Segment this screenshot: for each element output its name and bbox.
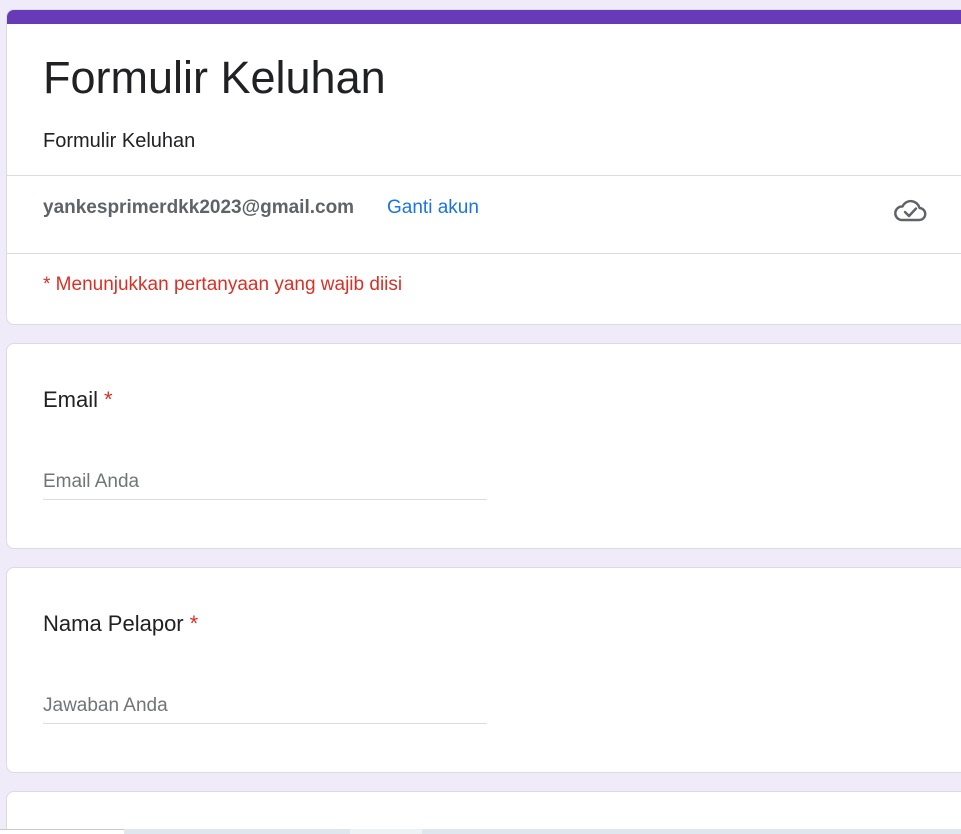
cloud-check-icon[interactable] xyxy=(892,196,928,226)
question-title: Nama Pelapor * xyxy=(43,610,198,638)
reporter-name-input[interactable] xyxy=(43,688,487,724)
divider xyxy=(7,175,961,176)
form-page: Formulir Keluhan Formulir Keluhan yankes… xyxy=(0,0,961,834)
question-card-next xyxy=(6,791,961,834)
question-card-email: Email * xyxy=(6,343,961,549)
required-asterisk: * xyxy=(104,387,113,412)
form-description: Formulir Keluhan xyxy=(43,130,196,152)
required-asterisk: * xyxy=(189,611,199,636)
question-title: Email * xyxy=(43,386,113,414)
email-input[interactable] xyxy=(43,464,487,500)
form-title: Formulir Keluhan xyxy=(43,52,386,103)
account-email: yankesprimerdkk2023@gmail.com xyxy=(43,197,355,218)
question-card-reporter-name: Nama Pelapor * xyxy=(6,567,961,773)
switch-account-link[interactable]: Ganti akun xyxy=(387,196,479,220)
required-note: * Menunjukkan pertanyaan yang wajib diis… xyxy=(43,274,403,295)
divider xyxy=(7,253,961,254)
question-label: Email xyxy=(43,387,99,412)
bottom-strip xyxy=(0,829,961,834)
form-accent-bar xyxy=(7,10,961,24)
form-header-card: Formulir Keluhan Formulir Keluhan yankes… xyxy=(6,9,961,325)
question-label: Nama Pelapor xyxy=(43,611,184,636)
